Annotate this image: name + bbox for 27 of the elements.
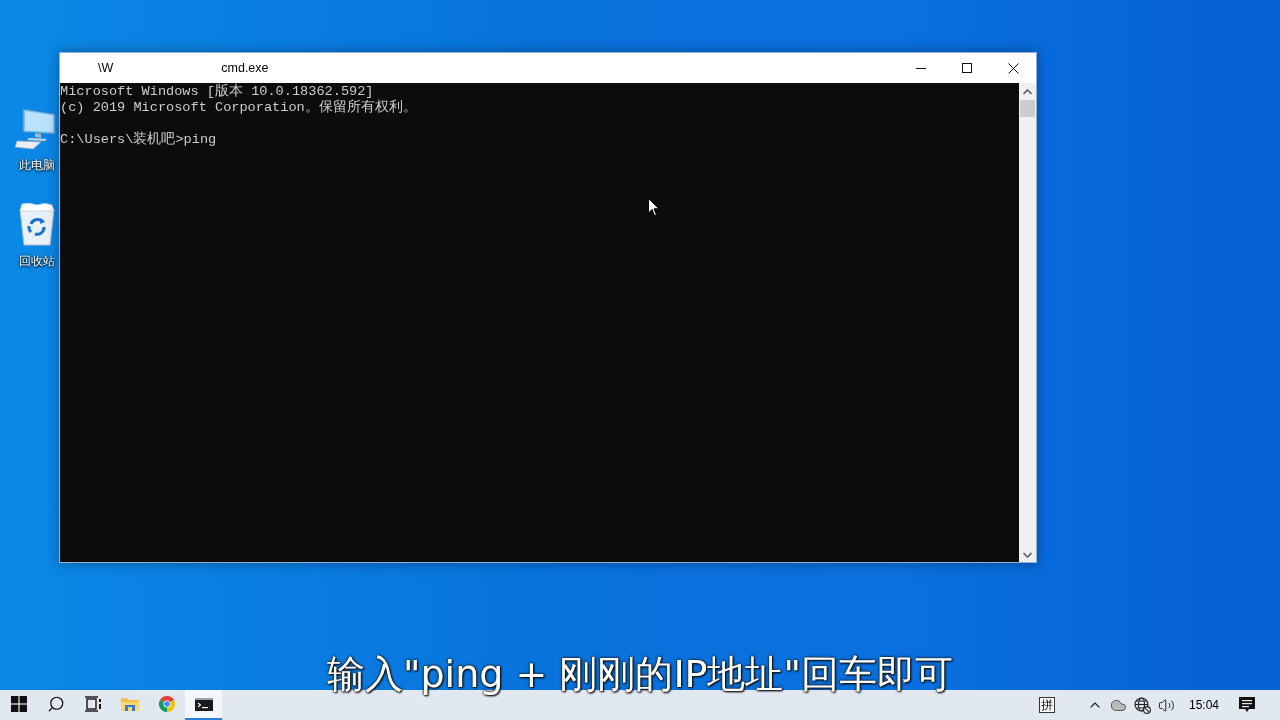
scrollbar-thumb[interactable]: [1020, 100, 1035, 117]
desktop-icon-label[interactable]: 此电脑: [19, 158, 55, 172]
video-caption: 输入"ping + 刚刚的IP地址"回车即可: [327, 651, 953, 698]
desktop-icon-label[interactable]: 回收站: [19, 254, 55, 268]
close-icon: [1007, 62, 1019, 74]
chrome-browser-icon: [158, 696, 175, 712]
recycle-bin-icon: [17, 202, 57, 246]
console-prompt-line: C:\Users\装机吧>ping: [60, 132, 217, 148]
ime-mode-indicator[interactable]: 拼: [1038, 697, 1055, 713]
speaker-icon[interactable]: [1157, 696, 1175, 714]
mouse-pointer-icon: [648, 198, 660, 217]
globe-icon[interactable]: [1133, 696, 1151, 714]
window-title: cmd.exe: [221, 59, 269, 77]
console-line: Microsoft Windows [版本 10.0.18362.592]: [60, 84, 374, 99]
folder-icon: [120, 696, 139, 712]
task-view-icon: [83, 696, 102, 712]
command-prompt-button[interactable]: [185, 690, 222, 720]
computer-icon: [15, 106, 59, 150]
notification-icon[interactable]: [1239, 697, 1255, 713]
console-line: (c) 2019 Microsoft Corporation。保留所有权利。: [60, 100, 417, 116]
minimize-icon: [916, 67, 926, 69]
window-title: \W: [98, 59, 114, 77]
maximize-icon: [962, 63, 972, 73]
windows-logo-icon: [10, 696, 27, 712]
clock[interactable]: 15:04: [1188, 696, 1219, 714]
console-icon: [194, 697, 213, 711]
search-icon: [46, 695, 65, 713]
